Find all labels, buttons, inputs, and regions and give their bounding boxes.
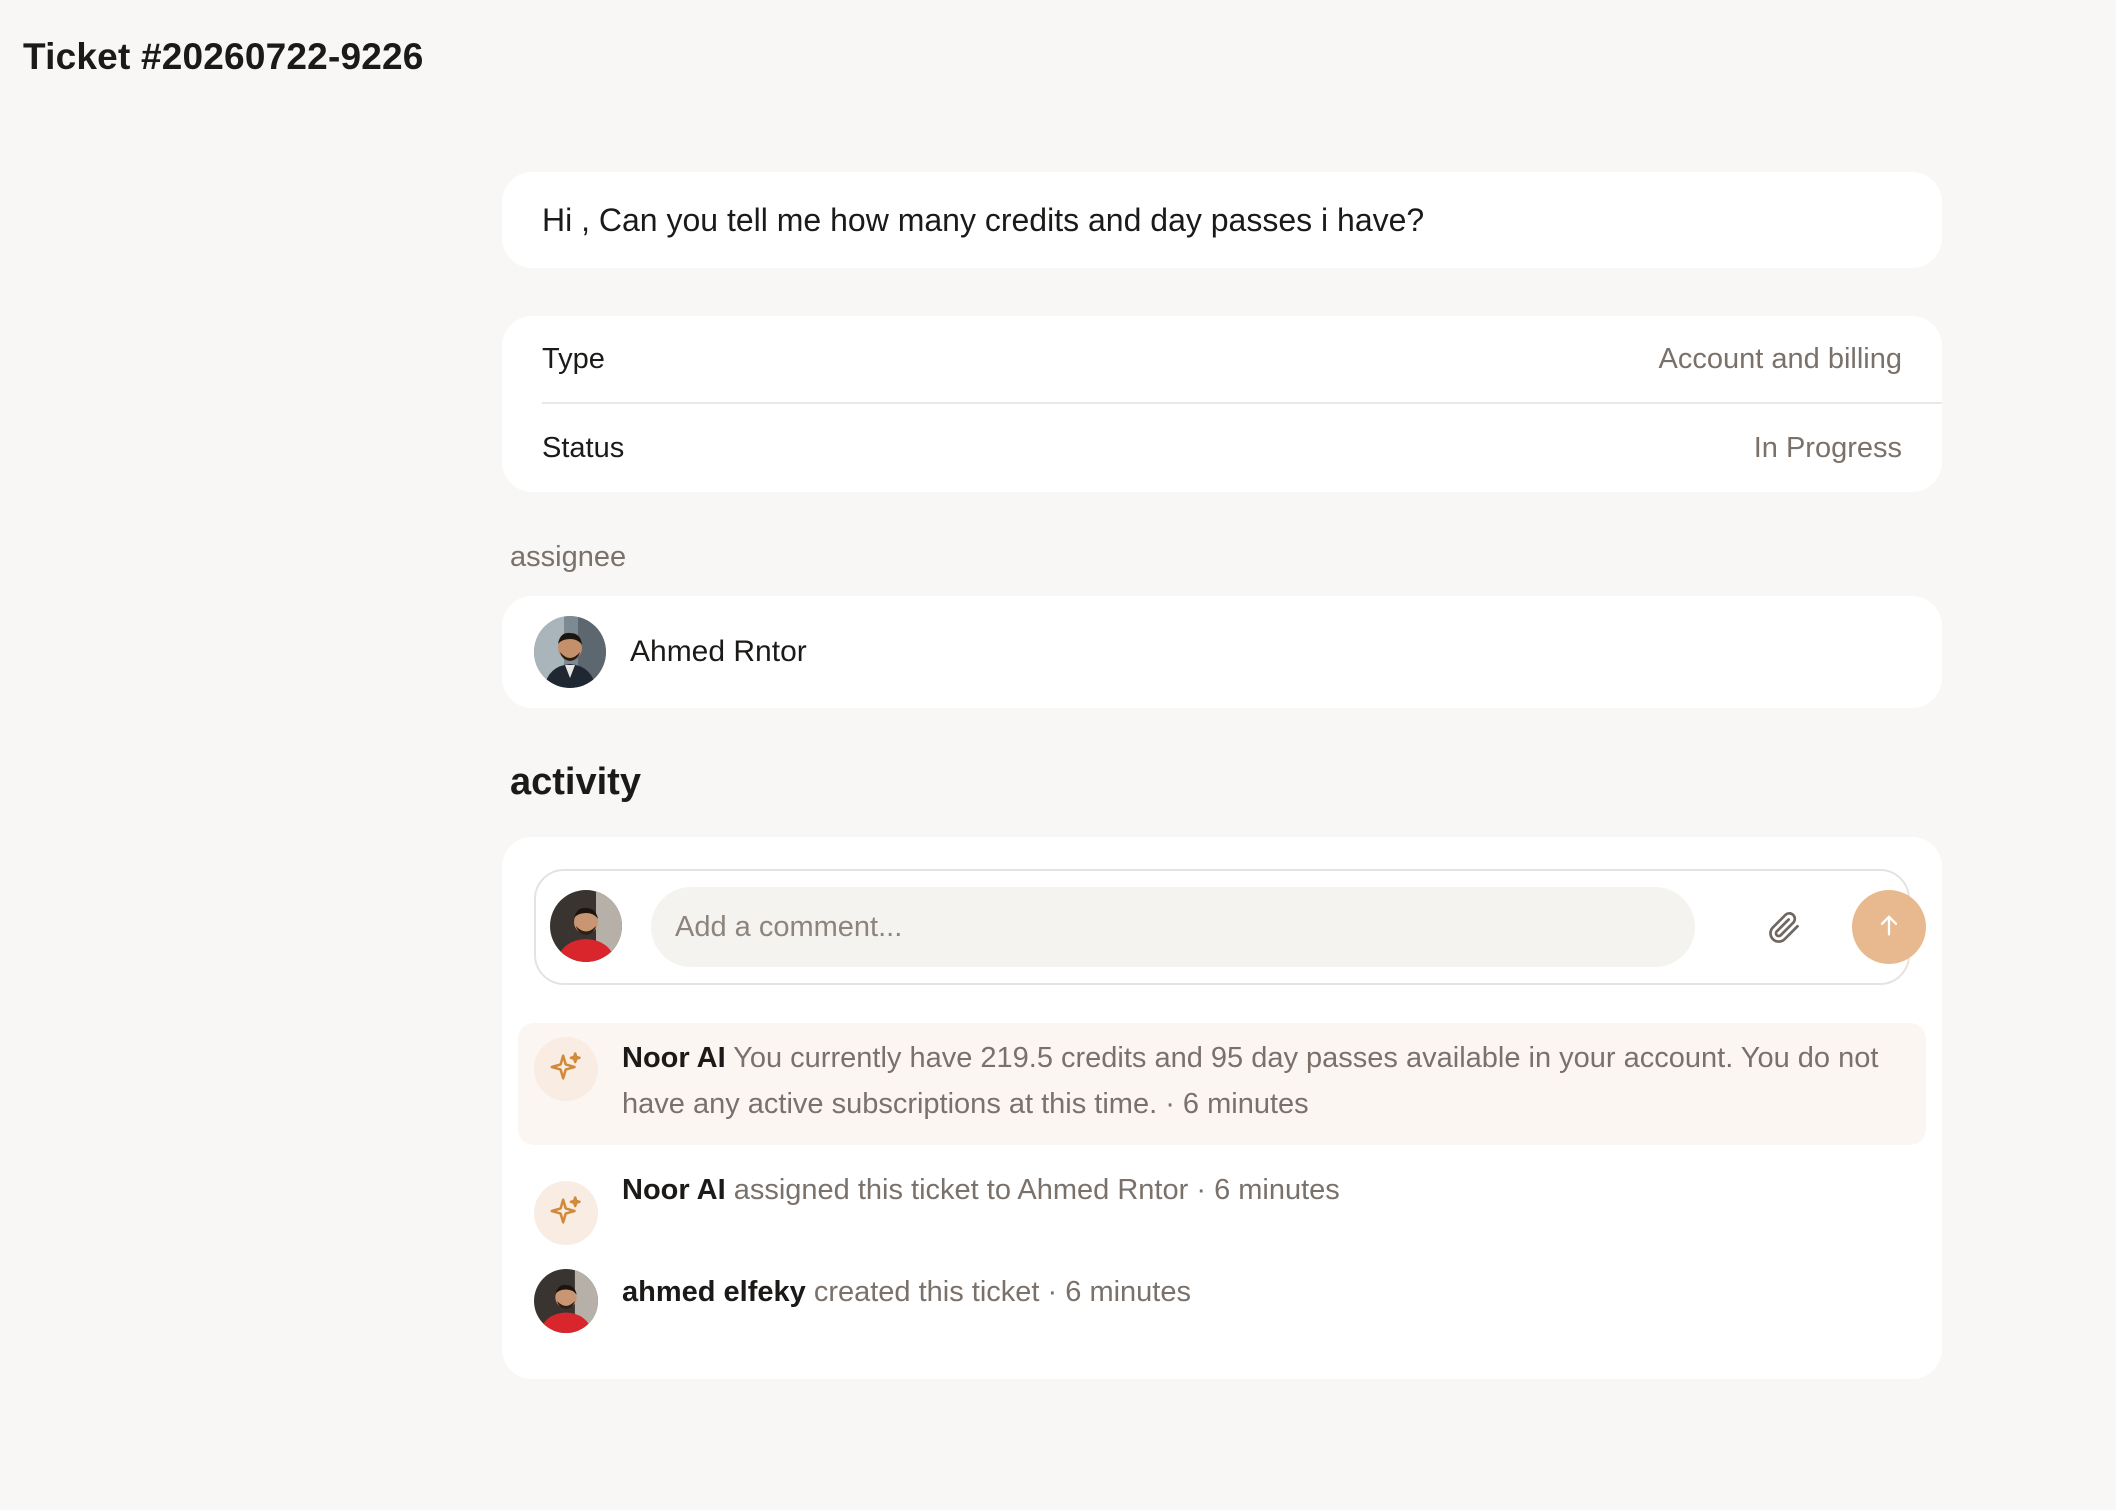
activity-text: Noor AI assigned this ticket to Ahmed Rn… bbox=[622, 1167, 1912, 1213]
activity-heading: activity bbox=[510, 761, 641, 803]
status-value: In Progress bbox=[1753, 431, 1902, 464]
activity-actor: ahmed elfeky bbox=[622, 1276, 806, 1308]
ticket-message-card: Hi , Can you tell me how many credits an… bbox=[502, 172, 1942, 268]
detail-row-status: Status In Progress bbox=[542, 404, 1942, 492]
assignee-name: Ahmed Rntor bbox=[630, 635, 807, 668]
sparkle-icon bbox=[549, 1194, 583, 1233]
assignee-avatar bbox=[534, 616, 606, 688]
type-value: Account and billing bbox=[1658, 342, 1902, 375]
paperclip-icon bbox=[1766, 909, 1802, 950]
activity-actor: Noor AI bbox=[622, 1042, 726, 1074]
activity-separator: · bbox=[1039, 1276, 1066, 1308]
activity-actor: Noor AI bbox=[622, 1174, 726, 1206]
comment-composer bbox=[534, 869, 1926, 985]
activity-card: Noor AI You currently have 219.5 credits… bbox=[502, 837, 1942, 1379]
activity-message: assigned this ticket to Ahmed Rntor bbox=[733, 1174, 1189, 1206]
current-user-avatar bbox=[550, 890, 622, 962]
activity-text: ahmed elfeky created this ticket · 6 min… bbox=[622, 1269, 1912, 1315]
comment-input[interactable] bbox=[651, 887, 1695, 967]
page-title: Ticket #20260722-9226 bbox=[23, 36, 424, 77]
activity-time: 6 minutes bbox=[1065, 1276, 1191, 1308]
type-label: Type bbox=[542, 342, 605, 375]
activity-time: 6 minutes bbox=[1214, 1174, 1340, 1206]
ticket-message: Hi , Can you tell me how many credits an… bbox=[542, 201, 1425, 238]
arrow-up-icon bbox=[1875, 911, 1903, 944]
ai-avatar bbox=[534, 1037, 598, 1101]
ai-avatar bbox=[534, 1181, 598, 1245]
ticket-page: Ticket #20260722-9226 Hi , Can you tell … bbox=[0, 0, 2116, 1510]
assignee-label: assignee bbox=[510, 541, 627, 573]
assignee-card[interactable]: Ahmed Rntor bbox=[502, 596, 1942, 708]
creator-avatar bbox=[534, 1269, 598, 1333]
activity-message: created this ticket bbox=[813, 1276, 1040, 1308]
ticket-details-card: Type Account and billing Status In Progr… bbox=[502, 316, 1942, 492]
sparkle-icon bbox=[549, 1050, 583, 1089]
activity-separator: · bbox=[1157, 1088, 1183, 1120]
activity-separator: · bbox=[1188, 1174, 1215, 1206]
detail-row-type: Type Account and billing bbox=[542, 316, 1942, 404]
activity-item-assigned: Noor AI assigned this ticket to Ahmed Rn… bbox=[518, 1167, 1926, 1247]
activity-item-created: ahmed elfeky created this ticket · 6 min… bbox=[518, 1269, 1926, 1349]
attach-button[interactable] bbox=[1762, 907, 1806, 951]
send-button[interactable] bbox=[1852, 890, 1926, 964]
status-label: Status bbox=[542, 431, 625, 464]
activity-text: Noor AI You currently have 219.5 credits… bbox=[622, 1035, 1912, 1127]
activity-time: 6 minutes bbox=[1182, 1088, 1309, 1120]
activity-item-ai-message: Noor AI You currently have 219.5 credits… bbox=[518, 1023, 1926, 1145]
